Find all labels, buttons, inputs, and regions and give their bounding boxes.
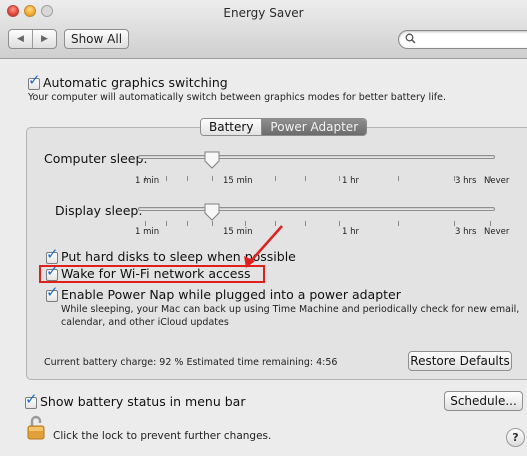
tick-mark [339,221,340,226]
tick-mark [166,221,167,226]
computer-sleep-tick-1min: 1 min [135,176,160,186]
tab-battery[interactable]: Battery [201,119,263,135]
lock-icon[interactable] [27,414,45,440]
graphics-switching-checkbox[interactable]: ✓ [28,73,41,90]
tick-mark [212,176,213,181]
checkmark-icon: ✓ [25,390,38,408]
display-sleep-tick-never: Never [484,227,510,237]
tick-mark [454,221,455,226]
tab-power-adapter[interactable]: Power Adapter [262,119,367,135]
computer-sleep-tick-15min: 15 min [223,176,253,186]
computer-sleep-tick-3hrs: 3 hrs [455,176,477,186]
lock-label: Click the lock to prevent further change… [53,430,272,442]
checkmark-icon: ✓ [46,245,59,263]
energy-saver-window: Energy Saver ◀ ▶ Show All ✓ Automatic gr… [0,0,527,456]
title-bar: Energy Saver ◀ ▶ Show All [0,0,527,59]
tick-mark [212,221,213,226]
search-icon [405,33,416,47]
tick-mark [245,221,246,226]
graphics-switching-description: Your computer will automatically switch … [28,92,446,103]
tick-mark [339,176,340,181]
menu-bar-label: Show battery status in menu bar [40,394,246,409]
power-nap-description-line1: While sleeping, your Mac can back up usi… [61,304,520,315]
computer-sleep-track[interactable] [138,155,495,159]
display-sleep-label: Display sleep: [55,203,143,218]
computer-sleep-tick-1hr: 1 hr [342,176,359,186]
computer-sleep-tick-never: Never [484,176,510,186]
help-button[interactable]: ? [506,428,525,447]
tick-mark [145,221,146,226]
tick-mark [275,221,276,226]
display-sleep-tick-3hrs: 3 hrs [455,227,477,237]
graphics-switching-label: Automatic graphics switching [43,75,228,90]
tick-mark [398,176,399,181]
computer-sleep-label: Computer sleep: [44,151,148,166]
menu-bar-checkbox[interactable]: ✓ [25,392,38,409]
tick-mark [166,176,167,181]
power-source-tabs: Battery Power Adapter [200,118,368,136]
power-nap-description-line2: calendar, and other iCloud updates [61,317,229,328]
back-forward-control: ◀ ▶ [8,29,57,49]
checkmark-icon: ✓ [28,71,41,89]
forward-arrow-icon[interactable]: ▶ [33,30,56,48]
tick-mark [275,176,276,181]
display-sleep-knob[interactable] [204,203,220,221]
window-title: Energy Saver [223,6,304,20]
checkmark-icon: ✓ [46,283,59,301]
power-nap-label: Enable Power Nap while plugged into a po… [61,287,401,302]
tick-mark [305,176,306,181]
tick-mark [490,221,491,226]
display-sleep-tick-15min: 15 min [223,227,253,237]
tick-mark [187,176,188,181]
search-field[interactable] [398,30,527,49]
restore-defaults-button[interactable]: Restore Defaults [408,351,512,371]
tick-mark [305,221,306,226]
back-arrow-icon[interactable]: ◀ [9,30,33,48]
show-all-button[interactable]: Show All [64,29,129,49]
display-sleep-track[interactable] [138,207,495,211]
tick-mark [398,221,399,226]
display-sleep-tick-1hr: 1 hr [342,227,359,237]
battery-status-text: Current battery charge: 92 % Estimated t… [44,357,338,368]
schedule-button[interactable]: Schedule... [444,391,523,411]
hard-disks-label: Put hard disks to sleep when possible [61,249,296,264]
tick-mark [187,221,188,226]
power-nap-checkbox[interactable]: ✓ [46,285,59,302]
display-sleep-tick-1min: 1 min [135,227,160,237]
computer-sleep-knob[interactable] [204,151,220,169]
annotation-highlight-box [39,265,265,283]
